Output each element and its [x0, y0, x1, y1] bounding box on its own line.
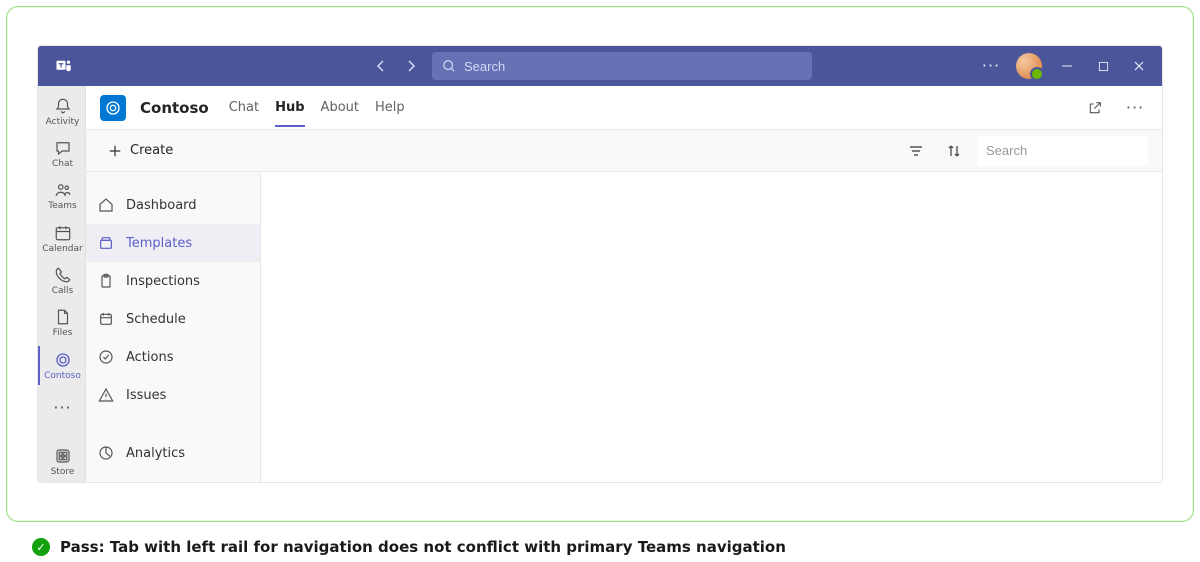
- analytics-icon: [98, 445, 114, 461]
- rail-item-calendar[interactable]: Calendar: [38, 219, 86, 258]
- rail-item-label: Contoso: [44, 371, 81, 381]
- rail-item-label: Calls: [52, 286, 74, 296]
- maximize-button[interactable]: [1092, 55, 1114, 77]
- sidenav-item-label: Templates: [126, 236, 192, 251]
- rail-item-chat[interactable]: Chat: [38, 134, 86, 173]
- minimize-button[interactable]: [1056, 55, 1078, 77]
- sidenav-item-label: Actions: [126, 350, 174, 365]
- filter-button[interactable]: [902, 137, 930, 165]
- rail-item-contoso[interactable]: Contoso: [38, 346, 86, 385]
- sub-navigation: Dashboard Templates Inspections: [86, 172, 261, 482]
- search-icon: [442, 59, 456, 73]
- rail-item-store[interactable]: Store: [38, 443, 86, 482]
- rail-item-label: Files: [53, 328, 73, 338]
- sidenav-item-analytics[interactable]: Analytics: [86, 434, 260, 472]
- create-button[interactable]: Create: [100, 137, 181, 164]
- titlebar: ···: [38, 46, 1162, 86]
- validation-caption-text: Pass: Tab with left rail for navigation …: [60, 538, 786, 556]
- global-search[interactable]: [432, 52, 812, 80]
- calendar-icon: [98, 311, 114, 327]
- content-canvas: [261, 172, 1162, 482]
- sidenav-item-label: Inspections: [126, 274, 200, 289]
- global-search-input[interactable]: [464, 59, 802, 74]
- close-button[interactable]: [1128, 55, 1150, 77]
- sidenav-item-dashboard[interactable]: Dashboard: [86, 186, 260, 224]
- sort-button[interactable]: [940, 137, 968, 165]
- sidenav-item-issues[interactable]: Issues: [86, 376, 260, 414]
- user-avatar[interactable]: [1016, 53, 1042, 79]
- content-search[interactable]: [978, 136, 1148, 166]
- home-icon: [98, 197, 114, 213]
- rail-item-label: Store: [51, 467, 75, 477]
- sidenav-item-label: Schedule: [126, 312, 186, 327]
- clipboard-icon: [98, 273, 114, 289]
- sidenav-item-label: Analytics: [126, 446, 185, 461]
- create-label: Create: [130, 143, 173, 158]
- rail-item-activity[interactable]: Activity: [38, 92, 86, 131]
- plus-icon: [108, 144, 122, 158]
- app-name: Contoso: [140, 99, 209, 117]
- content-search-input[interactable]: [986, 143, 1162, 158]
- validation-caption: ✓ Pass: Tab with left rail for navigatio…: [32, 538, 786, 556]
- pass-check-icon: ✓: [32, 538, 50, 556]
- overflow-menu-button[interactable]: ···: [980, 55, 1002, 77]
- contoso-app-icon: [100, 95, 126, 121]
- sidenav-item-label: Issues: [126, 388, 166, 403]
- rail-item-label: Calendar: [42, 244, 82, 254]
- template-icon: [98, 235, 114, 251]
- app-rail: Activity Chat Teams Calendar: [38, 86, 86, 482]
- check-circle-icon: [98, 349, 114, 365]
- app-header: Contoso Chat Hub About Help ···: [86, 86, 1162, 130]
- rail-item-label: Activity: [46, 117, 80, 127]
- app-overflow-button[interactable]: ···: [1122, 95, 1148, 121]
- rail-item-label: Teams: [48, 201, 76, 211]
- rail-item-files[interactable]: Files: [38, 304, 86, 343]
- rail-item-calls[interactable]: Calls: [38, 261, 86, 300]
- toolbar: Create: [86, 130, 1162, 172]
- tab-chat[interactable]: Chat: [229, 88, 259, 127]
- sidenav-item-actions[interactable]: Actions: [86, 338, 260, 376]
- rail-overflow-button[interactable]: ···: [38, 388, 86, 427]
- back-button[interactable]: [368, 53, 394, 79]
- teams-logo-icon: [50, 52, 78, 80]
- tab-help[interactable]: Help: [375, 88, 405, 127]
- alert-icon: [98, 387, 114, 403]
- tab-about[interactable]: About: [321, 88, 359, 127]
- app-tabs: Chat Hub About Help: [229, 88, 405, 127]
- rail-item-label: Chat: [52, 159, 73, 169]
- sidenav-item-schedule[interactable]: Schedule: [86, 300, 260, 338]
- popout-button[interactable]: [1082, 95, 1108, 121]
- sidenav-item-templates[interactable]: Templates: [86, 224, 260, 262]
- tab-hub[interactable]: Hub: [275, 88, 304, 127]
- forward-button[interactable]: [398, 53, 424, 79]
- sidenav-item-label: Dashboard: [126, 198, 197, 213]
- sidenav-item-inspections[interactable]: Inspections: [86, 262, 260, 300]
- rail-item-teams[interactable]: Teams: [38, 177, 86, 216]
